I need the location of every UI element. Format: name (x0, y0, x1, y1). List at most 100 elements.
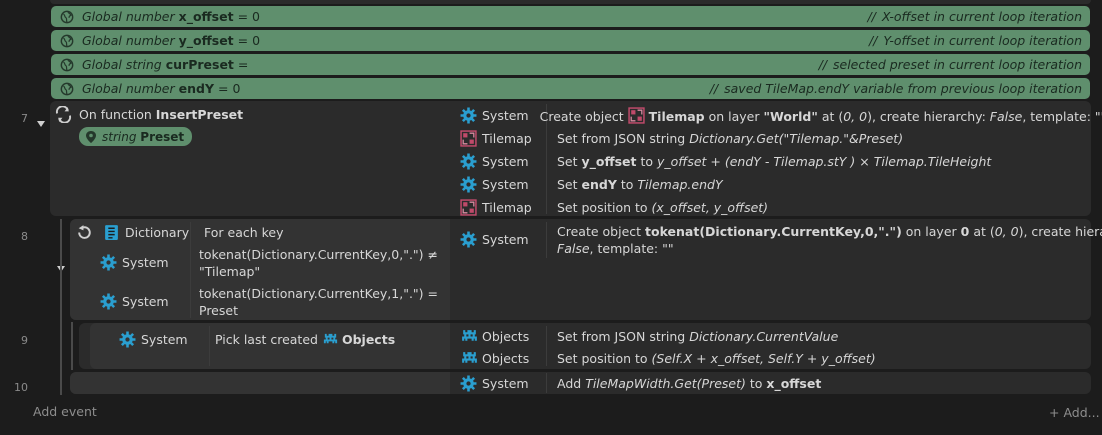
parameter-name: Preset (140, 129, 185, 144)
global-variable-row[interactable]: Global number y_offset = 0 // Y-offset in… (51, 30, 1090, 51)
action-text-part: Set (557, 154, 582, 169)
equals-sign: = (237, 33, 249, 48)
add-event-link[interactable]: Add event (33, 404, 97, 419)
action-text-part: Create object (539, 109, 628, 124)
objects-family-icon (323, 333, 338, 343)
condition-object: System (141, 331, 188, 347)
tilemap-icon (627, 107, 645, 124)
action-row[interactable]: System Set endY to Tilemap.endY (460, 173, 1088, 196)
variable-name: endY (178, 81, 215, 96)
action-row[interactable]: Objects Set from JSON string Dictionary.… (460, 325, 1088, 347)
equals-sign: = (237, 9, 249, 24)
action-text-part: tokenat(Dictionary.CurrentKey,0,".") (645, 224, 902, 239)
action-row[interactable]: System Create object tokenat(Dictionary.… (460, 222, 1102, 258)
action-text-part: 0, 0 (843, 109, 868, 124)
object-name: System (482, 108, 529, 123)
global-variable-row[interactable]: Global string curPreset = // selected pre… (51, 54, 1090, 75)
object-name: Tilemap (482, 200, 532, 215)
globe-icon (60, 34, 74, 47)
tilemap-icon (460, 199, 477, 216)
action-object: System (460, 176, 546, 193)
nesting-line (60, 219, 62, 395)
object-name: System (482, 177, 529, 192)
gear-icon (100, 293, 117, 310)
action-text-part: endY (581, 177, 617, 192)
object-name: Objects (482, 328, 530, 344)
action-object: Tilemap (460, 130, 546, 147)
gear-icon (119, 331, 136, 347)
variable-kind: Global number (82, 81, 175, 96)
add-more-link[interactable]: + Add... (1049, 405, 1100, 420)
variable-comment-text: selected preset in current loop iteratio… (833, 57, 1082, 72)
action-text: Set y_offset to y_offset + (endY - Tilem… (557, 154, 991, 169)
function-parameter[interactable]: string Preset (79, 127, 193, 146)
loop-arrows-icon (55, 106, 72, 123)
action-object: Tilemap (460, 199, 546, 216)
action-row[interactable]: System Add TileMapWidth.Get(Preset) to x… (460, 373, 1088, 393)
variable-kind: Global number (82, 33, 175, 48)
action-list: System Create object Tilemap on layer "W… (460, 104, 1102, 219)
trigger-prefix: On function (79, 107, 152, 122)
action-text-part: Set (557, 177, 582, 192)
condition-row[interactable]: Dictionary For each key (76, 222, 446, 242)
object-name: System (482, 154, 529, 169)
variable-comment-text: Y-offset in current loop iteration (883, 33, 1082, 48)
action-text-part: on layer (901, 224, 961, 239)
objects-family-icon (462, 329, 477, 341)
condition-row[interactable]: System Pick last created Objects (119, 329, 439, 349)
action-text: Add TileMapWidth.Get(Preset) to x_offset (557, 376, 821, 391)
object-name: Tilemap (482, 131, 532, 146)
action-text-part: Set position to (557, 350, 652, 366)
condition-block (70, 372, 450, 394)
condition-row[interactable]: System tokenat(Dictionary.CurrentKey,1,"… (76, 284, 446, 320)
action-text-part: , template: "" (589, 241, 674, 256)
equals-sign: = (218, 81, 229, 96)
action-text-part: TileMapWidth.Get(Preset) (585, 375, 746, 391)
action-text: Set position to (Self.X + x_offset, Self… (557, 351, 876, 366)
action-row[interactable]: Tilemap Set position to (x_offset, y_off… (460, 196, 1088, 219)
condition-text-continued: Preset (199, 303, 238, 318)
equals-sign: = (237, 57, 249, 72)
tilemap-icon (460, 130, 477, 147)
global-variable-row[interactable]: Global number endY = 0 // saved TileMap.e… (51, 78, 1090, 99)
action-object: Objects (460, 350, 546, 367)
action-text-part: to (616, 177, 638, 192)
dictionary-icon (105, 224, 118, 240)
action-row[interactable]: System Create object Tilemap on layer "W… (460, 104, 1102, 127)
action-object: System (460, 375, 546, 392)
comment-slashes: // (818, 57, 827, 72)
gear-icon (460, 176, 477, 193)
gear-icon (460, 153, 477, 170)
function-trigger[interactable]: On function InsertPreset string Preset (55, 106, 445, 146)
object-name: Objects (482, 350, 530, 366)
variable-value: 0 (252, 9, 260, 24)
globe-icon (60, 10, 74, 23)
condition-text-continued: "Tilemap" (199, 264, 261, 279)
action-text-part: Set position to (557, 200, 652, 215)
add-more-label: Add... (1063, 405, 1100, 420)
action-text-part: ), create hierarchy: (867, 109, 990, 124)
global-variable-row[interactable]: Global number x_offset = 0 // X-offset in… (51, 6, 1090, 27)
globe-icon (60, 58, 74, 71)
action-list: Objects Set from JSON string Dictionary.… (460, 325, 1088, 369)
action-text-part: (x_offset, y_offset) (651, 200, 769, 215)
gear-icon (460, 107, 477, 124)
condition-target: Objects (341, 331, 396, 347)
action-text-part: Dictionary.Get("Tilemap."&Preset) (689, 131, 904, 146)
action-row[interactable]: Objects Set position to (Self.X + x_offs… (460, 347, 1088, 369)
condition-row[interactable]: System tokenat(Dictionary.CurrentKey,0,"… (76, 245, 446, 283)
condition-text: Pick last created (215, 331, 318, 347)
variable-comment-text: saved TileMap.endY variable from previou… (724, 81, 1082, 96)
collapse-arrow-icon[interactable] (37, 121, 45, 127)
condition-text: tokenat(Dictionary.CurrentKey,0,".") ≠ (199, 247, 439, 262)
action-text-part: Set from JSON string (557, 328, 690, 344)
object-name: System (482, 375, 529, 391)
line-number: 9 (21, 334, 28, 347)
action-text: Set from JSON string Dictionary.CurrentV… (557, 329, 838, 344)
action-text-part: 0, 0 (994, 224, 1019, 239)
action-row[interactable]: Tilemap Set from JSON string Dictionary.… (460, 127, 1088, 150)
action-object: System (460, 153, 546, 170)
variable-kind: Global string (82, 57, 162, 72)
variable-comment-text: X-offset in current loop iteration (881, 9, 1082, 24)
action-row[interactable]: System Set y_offset to y_offset + (endY … (460, 150, 1088, 173)
